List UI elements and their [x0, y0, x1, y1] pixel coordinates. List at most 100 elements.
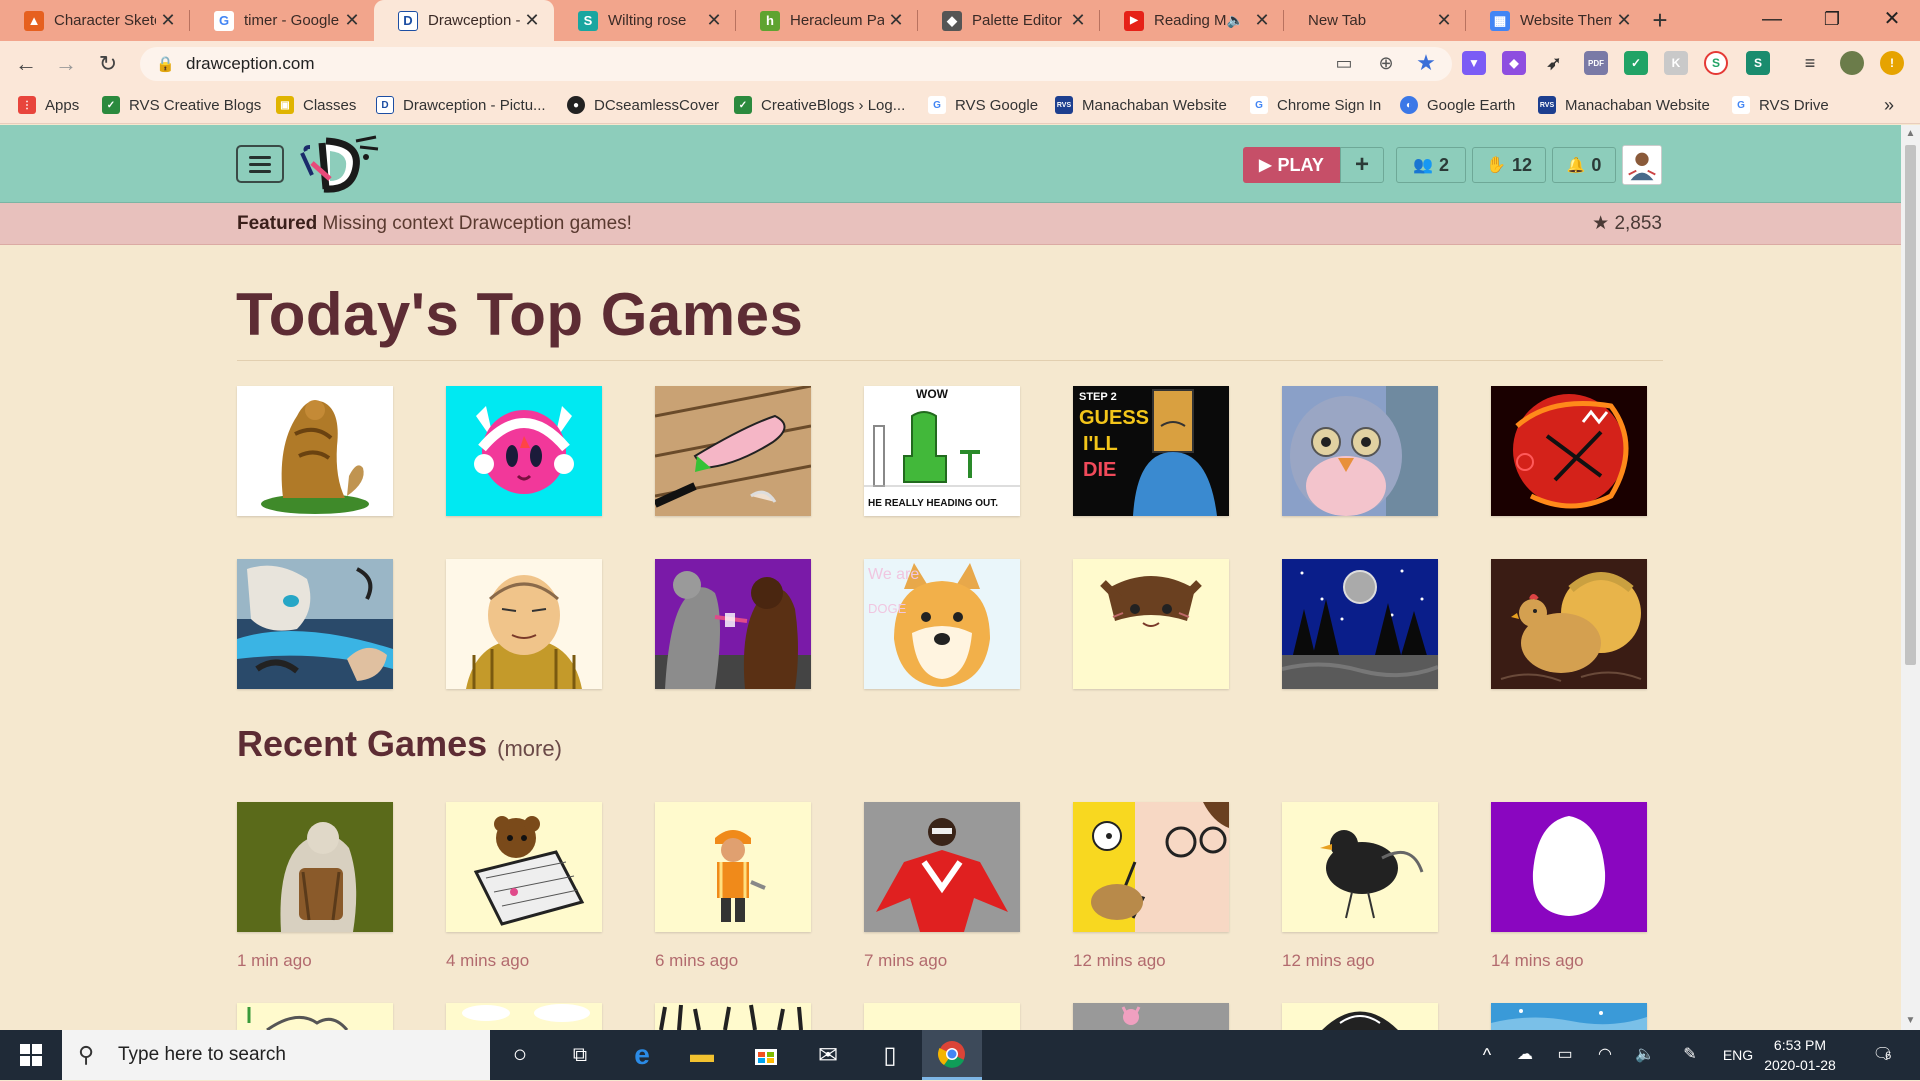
featured-link[interactable]: Missing context Drawception games!: [323, 213, 632, 234]
scroll-up-arrow-icon[interactable]: ▲: [1901, 125, 1920, 143]
close-tab-icon[interactable]: ✕: [1612, 10, 1636, 31]
maximize-button[interactable]: ❐: [1802, 0, 1862, 41]
microsoft-store-icon[interactable]: [736, 1030, 796, 1080]
reload-icon[interactable]: ↻: [92, 48, 124, 80]
bookmark-dcseamlesscover[interactable]: ● DCseamlessCover: [567, 86, 719, 124]
onedrive-icon[interactable]: ☁: [1510, 1030, 1540, 1080]
close-tab-icon[interactable]: ✕: [702, 10, 726, 31]
minimize-button[interactable]: —: [1742, 0, 1802, 41]
close-tab-icon[interactable]: ✕: [1432, 10, 1456, 31]
recent-game-thumbnail[interactable]: [1491, 1003, 1647, 1030]
bookmark-drawception[interactable]: D Drawception - Pictu...: [376, 86, 546, 124]
extension-games-icon[interactable]: ◆: [1502, 51, 1526, 75]
new-tab-button[interactable]: +: [1645, 6, 1675, 36]
close-tab-icon[interactable]: ✕: [884, 10, 908, 31]
recent-game-thumbnail[interactable]: [446, 1003, 602, 1030]
recent-game-thumbnail[interactable]: [1073, 1003, 1229, 1030]
bookmark-manachaban-website[interactable]: RVS Manachaban Website: [1055, 86, 1227, 124]
close-window-button[interactable]: ✕: [1862, 0, 1920, 41]
task-view-icon[interactable]: ⧉: [550, 1030, 610, 1080]
recent-game-thumbnail[interactable]: [1073, 802, 1229, 932]
likes-button[interactable]: ✋ 12: [1472, 147, 1546, 183]
tab-website-theme[interactable]: ▦ Website Theme ✕: [1466, 0, 1646, 41]
recent-game-thumbnail[interactable]: [864, 1003, 1020, 1030]
create-game-button[interactable]: +: [1340, 147, 1384, 183]
close-tab-icon[interactable]: ✕: [520, 10, 544, 31]
close-tab-icon[interactable]: ✕: [1066, 10, 1090, 31]
wifi-icon[interactable]: ◠: [1590, 1030, 1620, 1080]
recent-game-thumbnail[interactable]: [655, 802, 811, 932]
profile-avatar[interactable]: [1840, 51, 1864, 75]
tab-character-sketch[interactable]: ▲ Character Sketc ✕: [0, 0, 190, 41]
mail-icon[interactable]: ✉: [798, 1030, 858, 1080]
top-game-thumbnail[interactable]: We are DOGE: [864, 559, 1020, 689]
bookmarks-overflow-button[interactable]: »: [1884, 86, 1894, 124]
top-game-thumbnail[interactable]: [237, 386, 393, 516]
edge-browser-icon[interactable]: e: [612, 1030, 672, 1080]
top-game-thumbnail[interactable]: [446, 559, 602, 689]
bookmark-rvs-creative-blogs[interactable]: ✓ RVS Creative Blogs: [102, 86, 261, 124]
recent-game-thumbnail[interactable]: [864, 802, 1020, 932]
back-arrow-icon[interactable]: ←: [10, 48, 42, 80]
top-game-thumbnail[interactable]: [446, 386, 602, 516]
close-tab-icon[interactable]: ✕: [340, 10, 364, 31]
bookmark-star-icon[interactable]: ★: [1412, 49, 1440, 77]
bookmark-apps[interactable]: ⋮ Apps: [18, 86, 79, 124]
bookmark-chrome-sign-in[interactable]: G Chrome Sign In: [1250, 86, 1381, 124]
recent-game-thumbnail[interactable]: [1491, 802, 1647, 932]
extension-s-icon[interactable]: S: [1704, 51, 1728, 75]
volume-icon[interactable]: 🔈: [1630, 1030, 1660, 1080]
tab-drawception[interactable]: D Drawception - I ✕: [374, 0, 554, 41]
cast-icon[interactable]: ▭: [1330, 49, 1358, 77]
bookmark-rvs-drive[interactable]: G RVS Drive: [1732, 86, 1829, 124]
zoom-icon[interactable]: ⊕: [1372, 49, 1400, 77]
recent-game-thumbnail[interactable]: [1282, 1003, 1438, 1030]
tab-heracleum[interactable]: h Heracleum Pale ✕: [736, 0, 918, 41]
recent-game-thumbnail[interactable]: [446, 802, 602, 932]
audio-playing-icon[interactable]: 🔈: [1227, 12, 1244, 29]
top-game-thumbnail[interactable]: [1282, 559, 1438, 689]
featured-banner[interactable]: Featured Missing context Drawception gam…: [0, 203, 1901, 245]
address-bar[interactable]: 🔒 drawception.com: [140, 47, 1452, 81]
chrome-icon[interactable]: [922, 1030, 982, 1080]
more-link[interactable]: (more): [497, 736, 562, 761]
tab-new-tab[interactable]: New Tab ✕: [1284, 0, 1466, 41]
start-button[interactable]: [0, 1030, 62, 1080]
top-game-thumbnail[interactable]: [237, 559, 393, 689]
top-game-thumbnail[interactable]: [655, 386, 811, 516]
extension-pdf-icon[interactable]: PDF: [1584, 51, 1608, 75]
top-game-thumbnail[interactable]: WOW HE REALLY HEADING OUT.: [864, 386, 1020, 516]
extension-chat-icon[interactable]: ▼: [1462, 51, 1486, 75]
extension-s1-icon[interactable]: S: [1746, 51, 1770, 75]
file-explorer-icon[interactable]: ▬: [672, 1030, 732, 1080]
extension-check-icon[interactable]: ✓: [1624, 51, 1648, 75]
tab-reading[interactable]: ▶ Reading M 🔈 ✕: [1100, 0, 1284, 41]
bookmark-classes[interactable]: ▣ Classes: [276, 86, 356, 124]
recent-game-thumbnail[interactable]: [1282, 802, 1438, 932]
notepad-icon[interactable]: ▯: [860, 1030, 920, 1080]
bookmark-creativeblogs-log[interactable]: ✓ CreativeBlogs › Log...: [734, 86, 905, 124]
top-game-thumbnail[interactable]: [655, 559, 811, 689]
user-avatar[interactable]: [1622, 145, 1662, 185]
play-button[interactable]: ▶ PLAY: [1243, 147, 1340, 183]
notifications-button[interactable]: 🔔 0: [1552, 147, 1616, 183]
tab-timer-google[interactable]: G timer - Google ✕: [190, 0, 374, 41]
update-alert-icon[interactable]: !: [1880, 51, 1904, 75]
recent-game-thumbnail[interactable]: [237, 1003, 393, 1030]
action-center-button[interactable]: 🗨6: [1862, 1030, 1902, 1080]
drawception-logo[interactable]: [296, 133, 380, 195]
battery-icon[interactable]: ▭: [1550, 1030, 1580, 1080]
forward-arrow-icon[interactable]: →: [50, 48, 82, 80]
media-queue-icon[interactable]: ≡: [1798, 51, 1822, 75]
close-tab-icon[interactable]: ✕: [1250, 10, 1274, 31]
page-scrollbar[interactable]: ▲ ▼: [1901, 125, 1920, 1030]
cortana-icon[interactable]: ○: [490, 1030, 550, 1080]
friends-button[interactable]: 👥 2: [1396, 147, 1466, 183]
top-game-thumbnail[interactable]: [1073, 559, 1229, 689]
tab-palette-editor[interactable]: ◆ Palette Editor - ✕: [918, 0, 1100, 41]
taskbar-search-box[interactable]: ⚲ Type here to search: [62, 1030, 490, 1080]
recent-game-thumbnail[interactable]: [655, 1003, 811, 1030]
top-game-thumbnail[interactable]: [1491, 386, 1647, 516]
bookmark-google-earth[interactable]: ◐ Google Earth: [1400, 86, 1515, 124]
clock[interactable]: 6:53 PM 2020-01-28: [1755, 1035, 1845, 1075]
